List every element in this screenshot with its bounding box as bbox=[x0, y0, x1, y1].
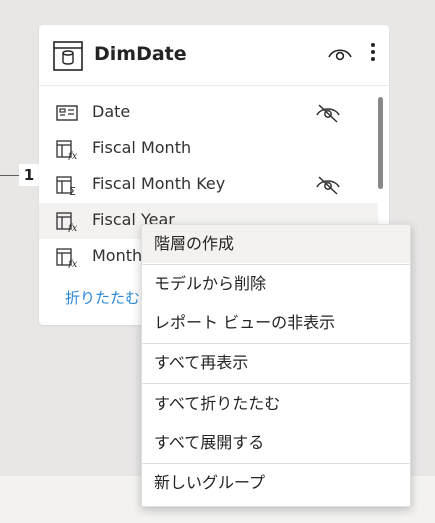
context-menu: 階層の作成 モデルから削除 レポート ビューの非表示 すべて再表示 すべて折りた… bbox=[141, 224, 411, 507]
calculated-column-icon: fx bbox=[56, 140, 80, 164]
svg-text:fx: fx bbox=[67, 223, 78, 232]
table-title: DimDate bbox=[94, 43, 187, 65]
menu-item-new-group[interactable]: 新しいグループ bbox=[142, 464, 410, 502]
menu-item-hide-in-report-view[interactable]: レポート ビューの非表示 bbox=[142, 304, 410, 342]
menu-item-expand-all[interactable]: すべて展開する bbox=[142, 424, 410, 462]
table-card-header[interactable]: DimDate bbox=[39, 25, 389, 85]
more-options-icon[interactable] bbox=[369, 41, 377, 67]
field-list-scrollbar[interactable] bbox=[378, 97, 383, 189]
field-row-date[interactable]: Date bbox=[39, 95, 379, 131]
hidden-eye-icon[interactable] bbox=[314, 103, 342, 127]
field-name: Fiscal Month Key bbox=[92, 174, 226, 193]
field-name: Month bbox=[92, 246, 143, 265]
svg-text:fx: fx bbox=[67, 151, 78, 160]
menu-item-collapse-all[interactable]: すべて折りたたむ bbox=[142, 385, 410, 423]
menu-item-unhide-all[interactable]: すべて再表示 bbox=[142, 344, 410, 382]
menu-item-create-hierarchy[interactable]: 階層の作成 bbox=[142, 225, 410, 263]
menu-separator bbox=[142, 383, 410, 384]
calculated-column-icon: fx bbox=[56, 248, 80, 272]
field-row-fiscal-month[interactable]: fx Fiscal Month bbox=[39, 131, 379, 167]
field-row-fiscal-month-key[interactable]: Σ Fiscal Month Key bbox=[39, 167, 379, 203]
calculated-column-icon: fx bbox=[56, 212, 80, 236]
field-name: Fiscal Month bbox=[92, 138, 192, 157]
svg-text:Σ: Σ bbox=[69, 185, 76, 196]
hidden-eye-icon[interactable] bbox=[314, 175, 342, 199]
svg-text:fx: fx bbox=[67, 259, 78, 268]
field-name: Date bbox=[92, 102, 131, 121]
table-icon bbox=[53, 41, 83, 75]
summarized-column-icon: Σ bbox=[56, 176, 80, 200]
menu-item-delete-from-model[interactable]: モデルから削除 bbox=[142, 265, 410, 303]
calendar-field-icon bbox=[56, 104, 78, 126]
header-divider bbox=[39, 85, 389, 86]
visibility-eye-icon[interactable] bbox=[327, 45, 353, 67]
relationship-cardinality: 1 bbox=[19, 164, 39, 186]
collapse-link[interactable]: 折りたたむ bbox=[65, 287, 140, 308]
